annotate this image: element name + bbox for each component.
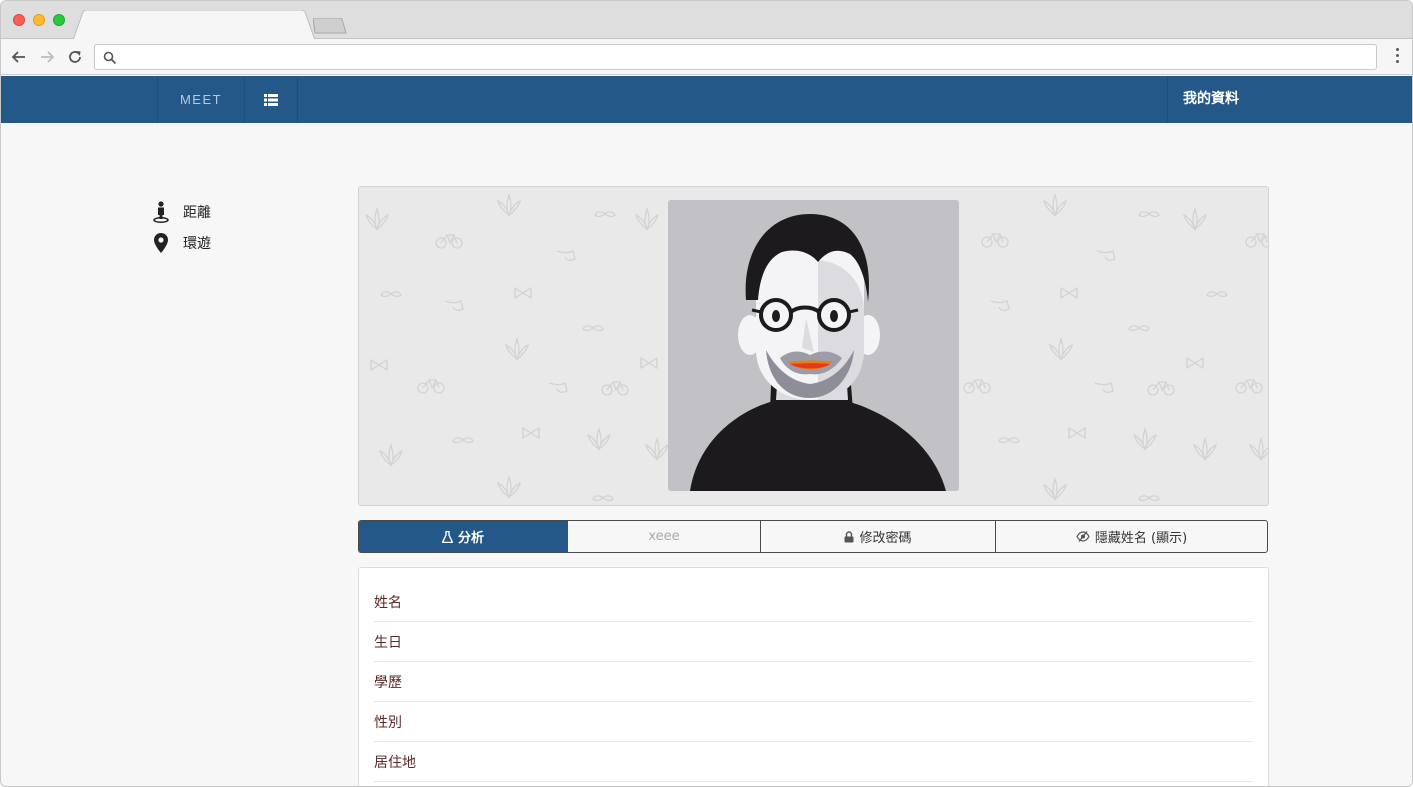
info-row-education: 學歷 <box>374 662 1253 702</box>
field-label: 學歷 <box>374 674 402 691</box>
sidebar-item-label: 距離 <box>183 205 211 221</box>
address-bar[interactable] <box>94 44 1377 70</box>
minimize-window-button[interactable] <box>33 14 45 26</box>
browser-toolbar <box>1 39 1412 75</box>
profile-info-panel: 姓名 生日 學歷 性別 居住地 <box>358 567 1269 786</box>
new-tab-button[interactable] <box>312 17 347 34</box>
info-row-gender: 性別 <box>374 702 1253 742</box>
eye-slash-icon <box>1076 531 1090 542</box>
info-row-residence: 居住地 <box>374 742 1253 782</box>
brand-logo[interactable]: MEET <box>157 76 245 123</box>
flask-icon <box>441 530 453 543</box>
back-arrow-icon[interactable] <box>9 47 29 67</box>
field-label: 姓名 <box>374 594 402 611</box>
browser-tab-active[interactable] <box>73 10 317 40</box>
browser-menu-icon[interactable] <box>1396 48 1400 66</box>
person-pin-icon <box>151 201 171 223</box>
lock-icon <box>844 530 854 543</box>
tab-username[interactable]: xeee <box>568 521 761 552</box>
sidebar-item-label: 環遊 <box>183 236 211 252</box>
tab-label: 隱藏姓名 (顯示) <box>1094 531 1188 546</box>
field-label: 生日 <box>374 634 402 651</box>
tab-analyze[interactable]: 分析 <box>359 521 568 552</box>
browser-titlebar <box>1 1 1412 40</box>
tab-hide-name[interactable]: 隱藏姓名 (顯示) <box>996 521 1267 552</box>
my-profile-link[interactable]: 我的資料 <box>1167 76 1412 123</box>
app-navbar: MEET 我的資料 <box>1 76 1412 123</box>
forward-arrow-icon[interactable] <box>37 47 57 67</box>
info-row-birthday: 生日 <box>374 622 1253 662</box>
sidebar-item-distance[interactable]: 距離 <box>151 201 211 223</box>
field-label: 居住地 <box>374 754 416 771</box>
tab-label: 修改密碼 <box>859 531 912 546</box>
list-menu-icon[interactable] <box>245 76 298 123</box>
profile-avatar[interactable] <box>668 200 959 491</box>
tab-change-password[interactable]: 修改密碼 <box>761 521 996 552</box>
info-row-name: 姓名 <box>374 582 1253 622</box>
close-window-button[interactable] <box>13 14 25 26</box>
tab-label: 分析 <box>457 531 484 546</box>
profile-tabs: 分析 xeee 修改密碼 隱藏姓名 (顯示) <box>358 520 1268 553</box>
reload-icon[interactable] <box>65 47 85 67</box>
browser-window: MEET 我的資料 距離 環遊 分析 xeee 修改密碼 隱藏姓名 (顯示) 姓… <box>0 0 1413 787</box>
profile-cover <box>358 186 1269 506</box>
map-marker-icon <box>151 232 171 254</box>
sidebar-item-travel[interactable]: 環遊 <box>151 232 211 254</box>
field-label: 性別 <box>374 714 402 731</box>
search-icon <box>103 50 117 69</box>
maximize-window-button[interactable] <box>53 14 65 26</box>
tab-label: xeee <box>648 529 680 544</box>
